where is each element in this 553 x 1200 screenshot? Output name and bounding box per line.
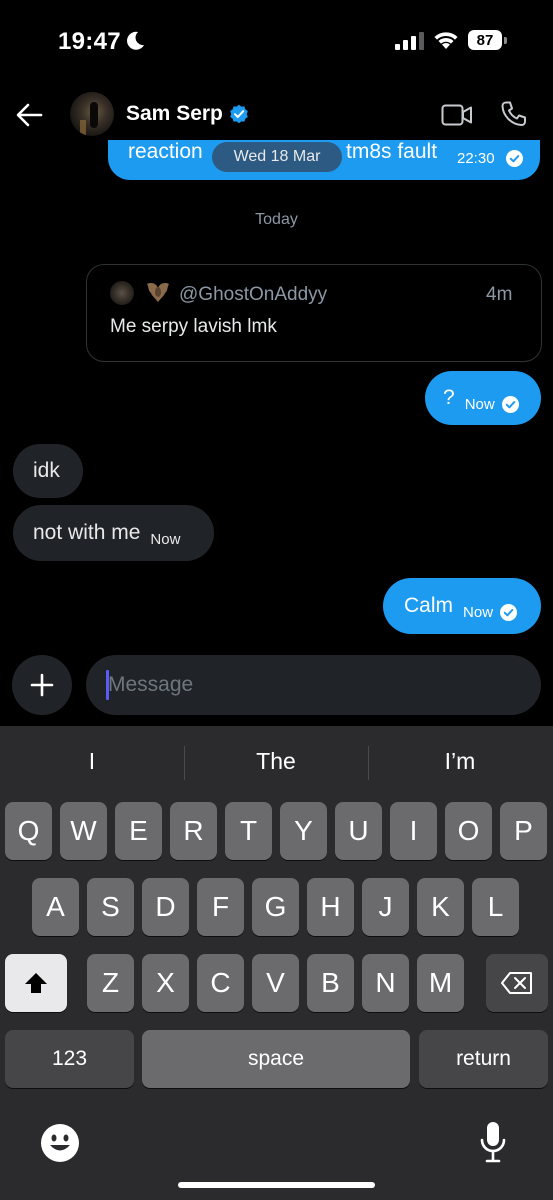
emoji-icon[interactable] bbox=[40, 1123, 80, 1163]
signal-icon bbox=[395, 32, 424, 50]
add-attachment-button[interactable] bbox=[12, 655, 72, 715]
key-k[interactable]: K bbox=[417, 878, 464, 936]
key-s[interactable]: S bbox=[87, 878, 134, 936]
message-time: Now bbox=[463, 603, 494, 621]
shift-key[interactable] bbox=[5, 954, 67, 1012]
message-time: Now bbox=[464, 395, 495, 413]
text-caret bbox=[106, 670, 109, 700]
contact-name[interactable]: Sam Serp bbox=[126, 102, 223, 126]
back-arrow-icon[interactable] bbox=[14, 100, 44, 130]
avatar[interactable] bbox=[70, 92, 114, 136]
quoted-post-card[interactable] bbox=[86, 264, 542, 362]
key-c[interactable]: C bbox=[197, 954, 244, 1012]
message-placeholder: Message bbox=[108, 673, 194, 696]
key-y[interactable]: Y bbox=[280, 802, 327, 860]
status-time: 19:47 bbox=[58, 28, 121, 55]
key-w[interactable]: W bbox=[60, 802, 107, 860]
bat-emoji-icon bbox=[147, 283, 169, 302]
outgoing-message[interactable]: ? Now bbox=[425, 371, 541, 425]
space-key[interactable]: space bbox=[142, 1030, 410, 1088]
video-call-icon[interactable] bbox=[441, 102, 473, 128]
key-i[interactable]: I bbox=[390, 802, 437, 860]
wifi-icon bbox=[434, 32, 458, 49]
suggestion-1[interactable]: I bbox=[0, 748, 184, 775]
date-pill: Wed 18 Mar bbox=[212, 142, 342, 172]
home-indicator[interactable] bbox=[178, 1182, 375, 1188]
key-f[interactable]: F bbox=[197, 878, 244, 936]
message-input[interactable]: Message bbox=[86, 655, 541, 715]
battery-icon: 87 bbox=[468, 30, 508, 52]
verified-badge-icon bbox=[230, 104, 248, 124]
plus-icon bbox=[30, 673, 54, 697]
suggestion-2[interactable]: The bbox=[184, 748, 368, 775]
key-v[interactable]: V bbox=[252, 954, 299, 1012]
battery-level: 87 bbox=[476, 31, 494, 49]
quoted-avatar bbox=[110, 281, 134, 305]
key-h[interactable]: H bbox=[307, 878, 354, 936]
incoming-message[interactable]: idk bbox=[13, 444, 83, 498]
message-text: ? bbox=[443, 386, 455, 409]
quoted-text: Me serpy lavish lmk bbox=[110, 316, 277, 337]
read-check-icon bbox=[501, 395, 519, 413]
suggestion-3[interactable]: I’m bbox=[368, 748, 552, 775]
key-e[interactable]: E bbox=[115, 802, 162, 860]
key-n[interactable]: N bbox=[362, 954, 409, 1012]
key-d[interactable]: D bbox=[142, 878, 189, 936]
key-z[interactable]: Z bbox=[87, 954, 134, 1012]
previous-message-text-right: tm8s fault bbox=[346, 140, 438, 163]
key-g[interactable]: G bbox=[252, 878, 299, 936]
message-time: Now bbox=[150, 530, 181, 548]
quoted-handle: @GhostOnAddyy bbox=[179, 284, 328, 305]
key-o[interactable]: O bbox=[445, 802, 492, 860]
message-text: Calm bbox=[404, 594, 454, 617]
key-r[interactable]: R bbox=[170, 802, 217, 860]
return-key[interactable]: return bbox=[419, 1030, 548, 1088]
key-t[interactable]: T bbox=[225, 802, 272, 860]
previous-message-text-left: reaction bbox=[128, 140, 203, 163]
numbers-key[interactable]: 123 bbox=[5, 1030, 134, 1088]
read-check-icon bbox=[500, 603, 518, 621]
read-check-icon bbox=[506, 150, 523, 167]
backspace-icon bbox=[501, 972, 532, 994]
shift-icon bbox=[25, 973, 47, 993]
backspace-key[interactable] bbox=[486, 954, 548, 1012]
key-m[interactable]: M bbox=[417, 954, 464, 1012]
previous-message-time: 22:30 bbox=[457, 150, 495, 167]
moon-icon bbox=[127, 31, 144, 50]
phone-call-icon[interactable] bbox=[500, 100, 528, 128]
key-q[interactable]: Q bbox=[5, 802, 52, 860]
message-text: not with me bbox=[33, 521, 141, 544]
quoted-time: 4m bbox=[486, 284, 513, 305]
incoming-message[interactable]: not with me Now bbox=[13, 505, 214, 561]
key-b[interactable]: B bbox=[307, 954, 354, 1012]
key-u[interactable]: U bbox=[335, 802, 382, 860]
day-separator: Today bbox=[255, 211, 298, 228]
key-a[interactable]: A bbox=[32, 878, 79, 936]
key-p[interactable]: P bbox=[500, 802, 547, 860]
message-text: idk bbox=[33, 459, 60, 482]
key-x[interactable]: X bbox=[142, 954, 189, 1012]
microphone-icon[interactable] bbox=[479, 1120, 507, 1166]
outgoing-message[interactable]: Calm Now bbox=[383, 578, 541, 634]
key-l[interactable]: L bbox=[472, 878, 519, 936]
key-j[interactable]: J bbox=[362, 878, 409, 936]
